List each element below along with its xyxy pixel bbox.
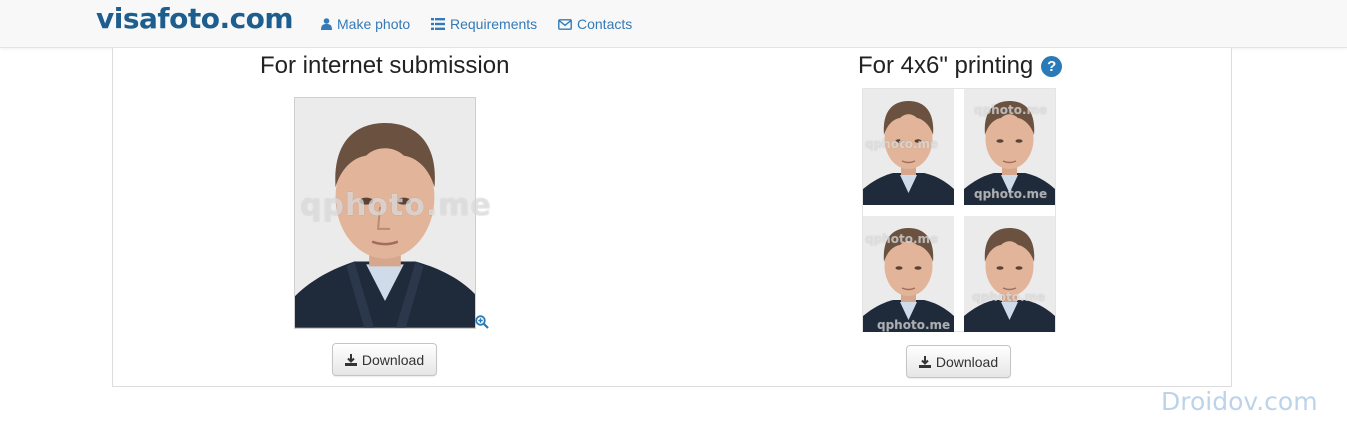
nav-contacts[interactable]: Contacts (558, 16, 632, 32)
printing-title-row: For 4x6" printing ? (858, 52, 1063, 80)
download-icon (918, 355, 931, 368)
nav-contacts-label: Contacts (577, 16, 633, 32)
portrait-thumb (964, 89, 1055, 205)
internet-download-button[interactable]: Download (332, 343, 437, 376)
brand-logo[interactable]: visafoto.com (96, 2, 294, 35)
help-icon[interactable]: ? (1041, 55, 1063, 77)
print-tile: qphoto.me qphoto.me (863, 216, 954, 332)
zoom-in-icon[interactable] (475, 315, 489, 329)
print-download-button[interactable]: Download (906, 345, 1011, 378)
navbar: visafoto.com Make photo Requirements Con… (0, 0, 1347, 48)
portrait-image (295, 98, 475, 328)
printing-title: For 4x6" printing (858, 52, 1034, 79)
envelope-icon (558, 18, 572, 30)
download-icon (344, 353, 357, 366)
portrait-thumb (863, 216, 954, 332)
nav-make-photo[interactable]: Make photo (321, 16, 410, 32)
print-tile: qphoto.me (863, 89, 954, 205)
portrait-thumb (863, 89, 954, 205)
portrait-thumb (964, 216, 1055, 332)
nav-requirements[interactable]: Requirements (431, 16, 537, 32)
list-icon (431, 18, 445, 30)
print-tile: qphoto.me qphoto.me (964, 89, 1055, 205)
internet-photo[interactable] (294, 97, 476, 329)
print-download-label: Download (935, 353, 999, 370)
internet-submission-title: For internet submission (260, 52, 510, 79)
site-watermark: Droidov.com (1161, 387, 1318, 416)
internet-download-label: Download (361, 351, 425, 368)
content-panel (112, 48, 1232, 387)
nav-make-photo-label: Make photo (337, 16, 411, 32)
user-icon (321, 18, 332, 30)
nav-requirements-label: Requirements (450, 16, 538, 32)
print-tile: qphoto.me (964, 216, 1055, 332)
